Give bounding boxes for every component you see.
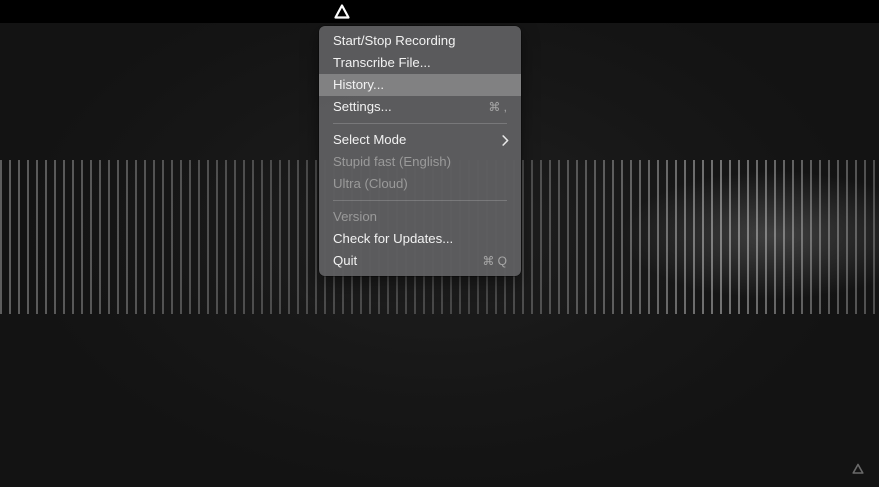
menu-item-check-for-updates[interactable]: Check for Updates... bbox=[319, 228, 521, 250]
menu-item-label: Ultra (Cloud) bbox=[333, 176, 408, 191]
menu-item-label: Check for Updates... bbox=[333, 231, 454, 246]
menu-separator bbox=[319, 118, 521, 129]
menu-item-label: Select Mode bbox=[333, 132, 407, 147]
menu-item-quit[interactable]: Quit ⌘ Q bbox=[319, 250, 521, 272]
menu-item-label: Quit bbox=[333, 253, 358, 268]
menu-item-select-mode[interactable]: Select Mode bbox=[319, 129, 521, 151]
menu-item-label: Start/Stop Recording bbox=[333, 33, 456, 48]
menu-item-settings[interactable]: Settings... ⌘ , bbox=[319, 96, 521, 118]
menu-item-label: Stupid fast (English) bbox=[333, 154, 452, 169]
app-dropdown-menu: Start/Stop Recording Transcribe File... … bbox=[319, 26, 521, 276]
menu-bar bbox=[0, 0, 879, 23]
chevron-right-icon bbox=[502, 129, 509, 151]
menu-item-start-stop-recording[interactable]: Start/Stop Recording bbox=[319, 30, 521, 52]
menu-item-mode-ultra-cloud: Ultra (Cloud) bbox=[319, 173, 521, 195]
watermark-logo-icon bbox=[852, 463, 864, 474]
status-bar-app-button[interactable] bbox=[333, 3, 351, 20]
waveform-glow bbox=[620, 170, 879, 300]
menu-item-version: Version bbox=[319, 206, 521, 228]
menu-item-label: Transcribe File... bbox=[333, 55, 431, 70]
quit-shortcut: ⌘ Q bbox=[482, 254, 507, 268]
triangle-logo-icon bbox=[334, 4, 350, 19]
menu-item-label: Settings... bbox=[333, 99, 392, 114]
menu-item-label: Version bbox=[333, 209, 377, 224]
settings-shortcut: ⌘ , bbox=[488, 100, 507, 114]
menu-item-mode-stupid-fast: Stupid fast (English) bbox=[319, 151, 521, 173]
menu-item-history[interactable]: History... bbox=[319, 74, 521, 96]
menu-item-label: History... bbox=[333, 77, 385, 92]
menu-separator bbox=[319, 195, 521, 206]
menu-item-transcribe-file[interactable]: Transcribe File... bbox=[319, 52, 521, 74]
